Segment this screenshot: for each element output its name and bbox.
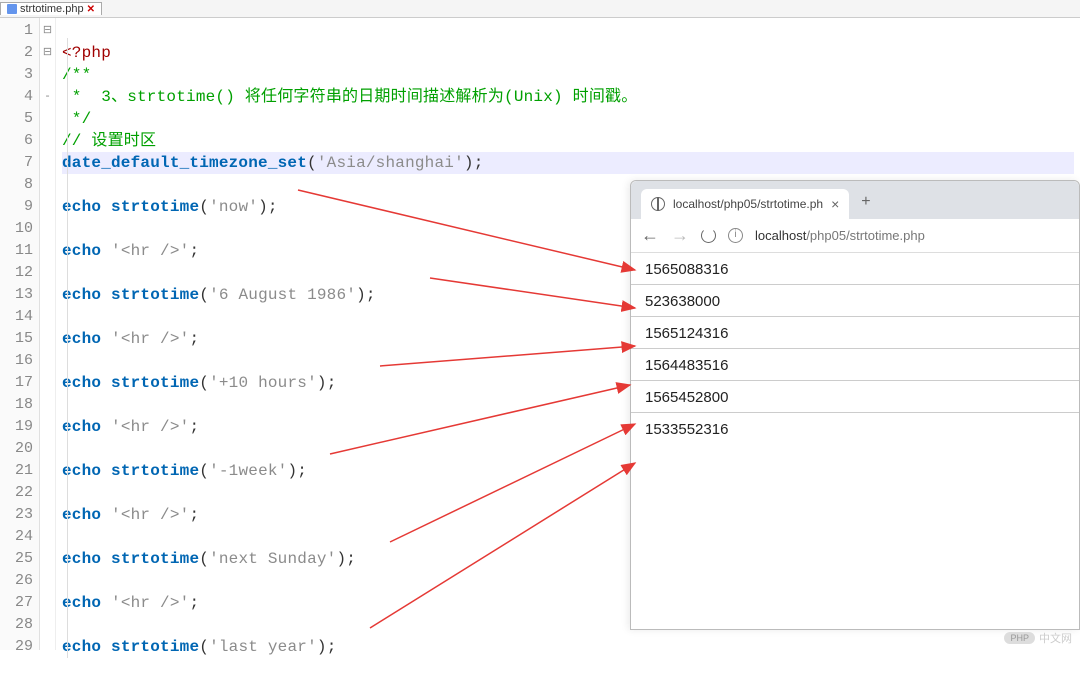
output-value: 1565124316	[631, 317, 1079, 348]
forward-icon: →	[671, 225, 689, 246]
url-display[interactable]: localhost/php05/strtotime.php	[755, 228, 925, 243]
reload-icon[interactable]	[701, 228, 716, 243]
browser-tab-title: localhost/php05/strtotime.ph	[673, 197, 823, 211]
back-icon[interactable]: ←	[641, 225, 659, 246]
watermark: PHP 中文网	[1004, 630, 1072, 646]
output-value: 1565088316	[631, 253, 1079, 284]
output-value: 1564483516	[631, 349, 1079, 380]
tab-filename: strtotime.php	[20, 3, 84, 15]
fold-toggle[interactable]: ⊟	[40, 42, 55, 64]
output-value: 523638000	[631, 285, 1079, 316]
page-content: 1565088316 523638000 1565124316 15644835…	[631, 253, 1079, 444]
globe-icon	[651, 197, 665, 211]
file-tab-bar: strtotime.php ✕	[0, 0, 1080, 18]
site-info-icon[interactable]: i	[728, 228, 743, 243]
line-number-gutter: 1234567891011121314151617181920212223242…	[0, 18, 40, 650]
file-tab[interactable]: strtotime.php ✕	[0, 2, 102, 15]
tab-close-icon[interactable]: ×	[831, 196, 839, 212]
address-bar: ← → i localhost/php05/strtotime.php	[631, 219, 1079, 253]
fold-column: ⊟ ⊟ -	[40, 18, 56, 650]
fold-toggle[interactable]: ⊟	[40, 20, 55, 42]
browser-tab-bar: localhost/php05/strtotime.ph × +	[631, 181, 1079, 219]
browser-window: localhost/php05/strtotime.ph × + ← → i l…	[630, 180, 1080, 630]
output-value: 1565452800	[631, 381, 1079, 412]
php-file-icon	[7, 4, 17, 14]
browser-tab[interactable]: localhost/php05/strtotime.ph ×	[641, 189, 849, 219]
output-value: 1533552316	[631, 413, 1079, 444]
indent-guide	[67, 38, 68, 658]
close-icon[interactable]: ✕	[87, 4, 95, 15]
new-tab-button[interactable]: +	[861, 193, 870, 211]
